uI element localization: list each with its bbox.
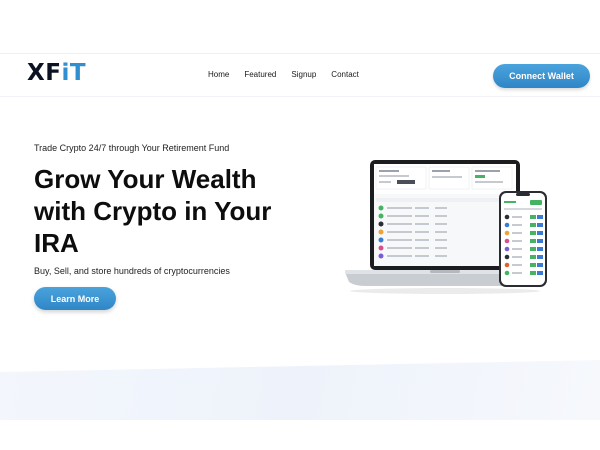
hero-headline: Grow Your Wealth with Crypto in Your IRA xyxy=(34,164,272,258)
phone-mockup-icon xyxy=(499,191,547,287)
hero-tagline: Trade Crypto 24/7 through Your Retiremen… xyxy=(34,143,230,153)
header-bottom-divider xyxy=(0,96,600,97)
hero-description: Buy, Sell, and store hundreds of cryptoc… xyxy=(34,266,230,276)
nav-featured[interactable]: Featured xyxy=(244,70,276,79)
nav-home[interactable]: Home xyxy=(208,70,229,79)
brand-logo[interactable]: XFiT xyxy=(27,60,86,86)
logo-accent: iT xyxy=(61,60,87,86)
nav-contact[interactable]: Contact xyxy=(331,70,359,79)
main-nav: Home Featured Signup Contact xyxy=(208,70,359,79)
connect-wallet-button[interactable]: Connect Wallet xyxy=(493,64,590,88)
logo-main: XF xyxy=(27,60,62,86)
learn-more-button[interactable]: Learn More xyxy=(34,287,116,310)
section-divider-band xyxy=(0,360,600,420)
site-header: XFiT Home Featured Signup Contact Connec… xyxy=(0,54,600,96)
nav-signup[interactable]: Signup xyxy=(291,70,316,79)
